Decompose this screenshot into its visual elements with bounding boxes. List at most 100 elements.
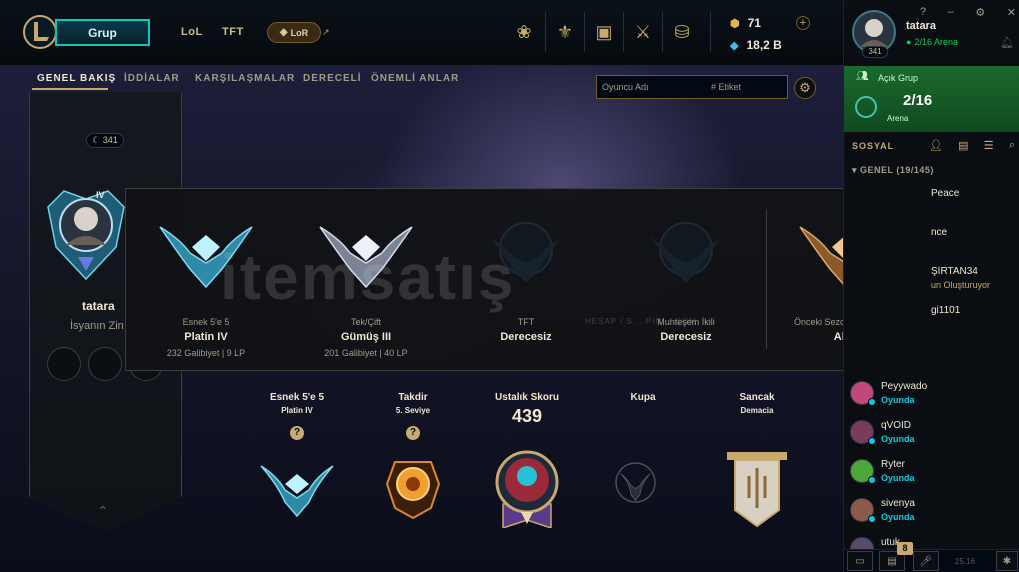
add-friend-icon[interactable]: 👤︎ [929,139,943,152]
list-item[interactable]: Ryter Oyunda [847,455,1017,491]
add-rp-button[interactable]: + [796,16,810,30]
window-controls: ? – ⚙ ✕ [920,6,1016,20]
social-title: SOSYAL [852,141,895,151]
tab-highlights[interactable]: ÖNEMLİ ANLAR [371,73,459,84]
list-item[interactable]: qVOID Oyunda [847,416,1017,452]
friend-status: Oyunda [881,434,915,444]
rank-record: 201 Galibiyet | 40 LP [324,348,408,358]
minimize-icon[interactable]: – [948,6,954,20]
list-item[interactable]: nce [847,223,1017,259]
nav-divider [710,12,711,52]
rank-queue-label: Esnek 5'e 5 [182,317,230,327]
friend-status: Oyunda [881,395,915,405]
tab-challenges[interactable]: İDDİALAR [124,73,180,84]
add-folder-icon[interactable]: ▤ [958,139,968,152]
status-dot-icon [868,515,876,523]
status-dot-icon [868,437,876,445]
crest-title: Ustalık Skoru [495,392,559,403]
friend-group-header[interactable]: ▾ GENEL (19/145) [852,165,934,176]
search-icon[interactable]: ⌕ [1009,139,1015,152]
help-icon[interactable]: ? [406,426,420,440]
status-dot-icon [868,398,876,406]
crest-subtitle: Platin IV [281,406,313,415]
level-badge: ☾ 341 [86,133,124,148]
my-status[interactable]: ● 2/16 Arena [906,37,958,47]
lor-launch-button[interactable]: ◈ LoR [267,22,321,43]
rank-queue-label: TFT [517,317,535,327]
close-icon[interactable]: ✕ [1007,6,1016,20]
collapse-arrow-icon[interactable]: ⌃ [97,503,109,520]
store-icon[interactable]: ⛁ [670,20,694,44]
list-item[interactable]: ŞIRTAN34 un Oluşturuyor [847,262,1017,298]
bug-report-icon[interactable]: ✱ [996,551,1018,571]
honor-emblem-icon [385,461,441,520]
friend-name: Peyywado [881,381,928,392]
crest-title: Sancak [739,392,775,403]
tab-match-history[interactable]: KARŞILAŞMALAR [195,73,295,84]
help-icon[interactable]: ? [290,426,304,440]
tab-overview[interactable]: GENEL BAKIŞ [37,73,116,84]
list-item[interactable]: sivenya Oyunda [847,494,1017,530]
challenge-token-slot[interactable] [88,347,122,381]
social-actions: 👤︎ ▤ ☰ ⌕ [929,139,1015,152]
nav-divider [584,12,585,52]
platinum-crest-icon [260,465,334,518]
challenge-token-slot[interactable] [47,347,81,381]
rp-icon: ⬢ [730,17,740,30]
rank-card-double-up: Muhteşem İkili Derecesiz [606,189,766,372]
list-item[interactable]: Peace [847,184,1017,220]
search-input[interactable]: Oyuncu Adı [597,82,711,92]
friend-status: un Oluşturuyor [931,280,991,290]
rank-tier-badge: IV [96,190,105,200]
list-view-icon[interactable]: ☰ [984,139,994,152]
unranked-emblem-icon [650,222,722,283]
mastery-score-value: 439 [511,406,543,426]
collection-icon[interactable]: ⚜ [553,20,577,44]
profile-avatar-with-border[interactable] [44,187,128,283]
settings-icon[interactable]: ⚙ [975,6,985,20]
nav-divider [623,12,624,52]
rank-name: Derecesiz [660,331,712,343]
currency-wallet: ⬢ 71 + ◆ 18,2 B [722,12,816,56]
tab-lol[interactable]: LoL [181,26,203,38]
player-search[interactable]: Oyuncu Adı # Etiket [596,75,788,99]
tab-ranked[interactable]: DERECELİ [303,73,362,84]
rp-balance: ⬢ 71 [730,16,761,30]
friend-name: Peace [931,188,960,199]
party-mode: Arena [887,114,909,123]
notification-bell-icon[interactable]: 🔔︎ [1000,36,1014,49]
loot-icon[interactable]: ▣ [592,20,616,44]
blue-essence-icon: ◆ [730,39,739,52]
friend-name: qVOID [881,420,912,431]
lor-label: LoR [290,27,309,38]
client-version: 25.16 [955,557,976,566]
chat-icon[interactable]: ▭ [847,551,873,571]
list-item[interactable]: Peyywado Oyunda [847,377,1017,413]
list-item[interactable]: gi1101 [847,301,1017,337]
clash-icon[interactable]: ⚔ [631,20,655,44]
tft-icon[interactable]: ❀ [512,20,536,44]
microphone-icon[interactable]: 🎤︎ [913,551,939,571]
crest-subtitle: 5. Seviye [395,406,431,415]
crest-title: Esnek 5'e 5 [269,392,325,403]
crest-title: Takdir [398,392,428,403]
nav-divider [545,12,546,52]
summoner-title[interactable]: İsyanın Zin [70,320,124,332]
mastery-champion-icon [495,450,559,528]
league-logo-icon[interactable] [22,14,58,50]
list-item[interactable]: utuk [847,533,1017,549]
friend-avatar [850,537,874,549]
tagline-input[interactable]: # Etiket [711,82,787,92]
demacia-banner-icon [727,452,787,528]
help-icon[interactable]: ? [920,6,926,20]
unread-badge: 8 [897,542,913,555]
status-dot-icon [868,476,876,484]
arena-mode-icon [855,96,877,118]
tab-tft[interactable]: TFT [222,26,244,38]
rank-name: Gümüş III [340,331,392,343]
crest-subtitle: Demacia [740,406,774,415]
play-button[interactable]: Grup [55,19,150,46]
trophy-icon [615,462,656,503]
search-settings-button[interactable]: ⚙ [794,77,816,99]
external-link-icon: ↗ [322,27,330,37]
